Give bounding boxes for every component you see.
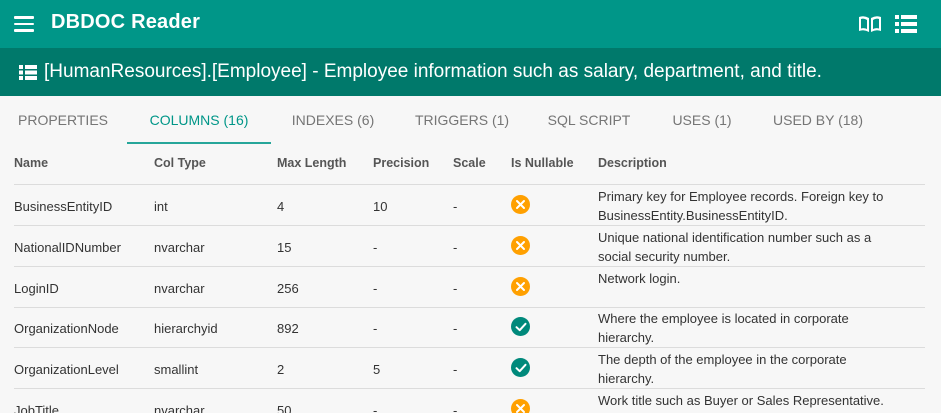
column-scale: - [453,199,458,214]
close-circle-icon [511,236,530,255]
column-name: OrganizationLevel [14,362,119,377]
column-description: Unique national identification number su… [598,230,872,264]
column-scale: - [453,240,458,255]
table-row[interactable]: OrganizationLevel smallint 2 5 - The depth of… [14,348,925,389]
table-row[interactable]: LoginID nvarchar 256 - - Network login. [14,267,925,308]
column-max-length: 4 [277,199,285,214]
column-name: LoginID [14,281,59,296]
column-description: Where the employee is located in corpora… [598,311,849,345]
column-precision: - [373,403,378,413]
table-icon [19,65,37,85]
close-circle-icon [511,195,530,214]
column-description: Primary key for Employee records. Foreig… [598,189,884,223]
column-description: Network login. [598,271,681,286]
table-row[interactable]: OrganizationNode hierarchyid 892 - - Where th… [14,307,925,348]
close-circle-icon [511,399,530,413]
tab-columns[interactable]: COLUMNS (16) [127,96,271,144]
list-icon[interactable] [895,14,917,39]
tab-bar: PROPERTIES COLUMNS (16) INDEXES (6) TRIG… [0,96,941,144]
column-max-length: 892 [277,321,299,336]
column-scale: - [453,281,458,296]
app-title: DBDOC Reader [51,11,201,33]
column-type: int [154,199,168,214]
close-circle-icon [511,277,530,296]
column-max-length: 15 [277,240,292,255]
tab-triggers[interactable]: TRIGGERS (1) [407,96,517,144]
app-bar: DBDOC Reader [0,0,941,48]
tab-uses[interactable]: USES (1) [662,96,742,144]
column-max-length: 50 [277,403,292,413]
column-type: nvarchar [154,281,205,296]
tab-sql-script[interactable]: SQL SCRIPT [540,96,638,144]
tab-properties[interactable]: PROPERTIES [10,96,116,144]
column-type: nvarchar [154,403,205,413]
column-name: BusinessEntityID [14,199,113,214]
column-scale: - [453,403,458,413]
column-scale: - [453,321,458,336]
header-col-type: Col Type [154,156,206,170]
column-name: NationalIDNumber [14,240,121,255]
table-row[interactable]: BusinessEntityID int 4 10 - Primary key for E… [14,185,925,226]
table-title-bar: [HumanResources].[Employee] - Employee i… [0,48,941,96]
column-precision: 5 [373,362,381,377]
header-max-length: Max Length [277,156,347,170]
table-header-row: Name Col Type Max Length Precision Scale… [14,144,925,185]
column-type: hierarchyid [154,321,218,336]
column-scale: - [453,362,458,377]
header-precision: Precision [373,156,430,170]
header-description: Description [598,156,667,170]
book-icon[interactable] [857,14,883,39]
header-scale: Scale [453,156,486,170]
tab-used-by[interactable]: USED BY (18) [762,96,874,144]
header-is-nullable: Is Nullable [511,156,574,170]
table-row[interactable]: JobTitle nvarchar 50 - - Work title such as B… [14,389,925,413]
page-title: [HumanResources].[Employee] - Employee i… [44,61,822,82]
column-max-length: 2 [277,362,285,377]
check-circle-icon [511,358,530,377]
column-precision: - [373,321,378,336]
check-circle-icon [511,317,530,336]
column-name: OrganizationNode [14,321,119,336]
table-row[interactable]: NationalIDNumber nvarchar 15 - - Unique natio… [14,226,925,267]
header-name: Name [14,156,49,170]
column-precision: 10 [373,199,388,214]
column-description: Work title such as Buyer or Sales Repres… [598,393,884,408]
column-name: JobTitle [14,403,60,413]
column-type: nvarchar [154,240,205,255]
column-type: smallint [154,362,199,377]
menu-icon[interactable] [14,13,36,35]
column-description: The depth of the employee in the corpora… [598,352,847,386]
tab-indexes[interactable]: INDEXES (6) [284,96,382,144]
column-precision: - [373,240,378,255]
column-max-length: 256 [277,281,299,296]
column-precision: - [373,281,378,296]
